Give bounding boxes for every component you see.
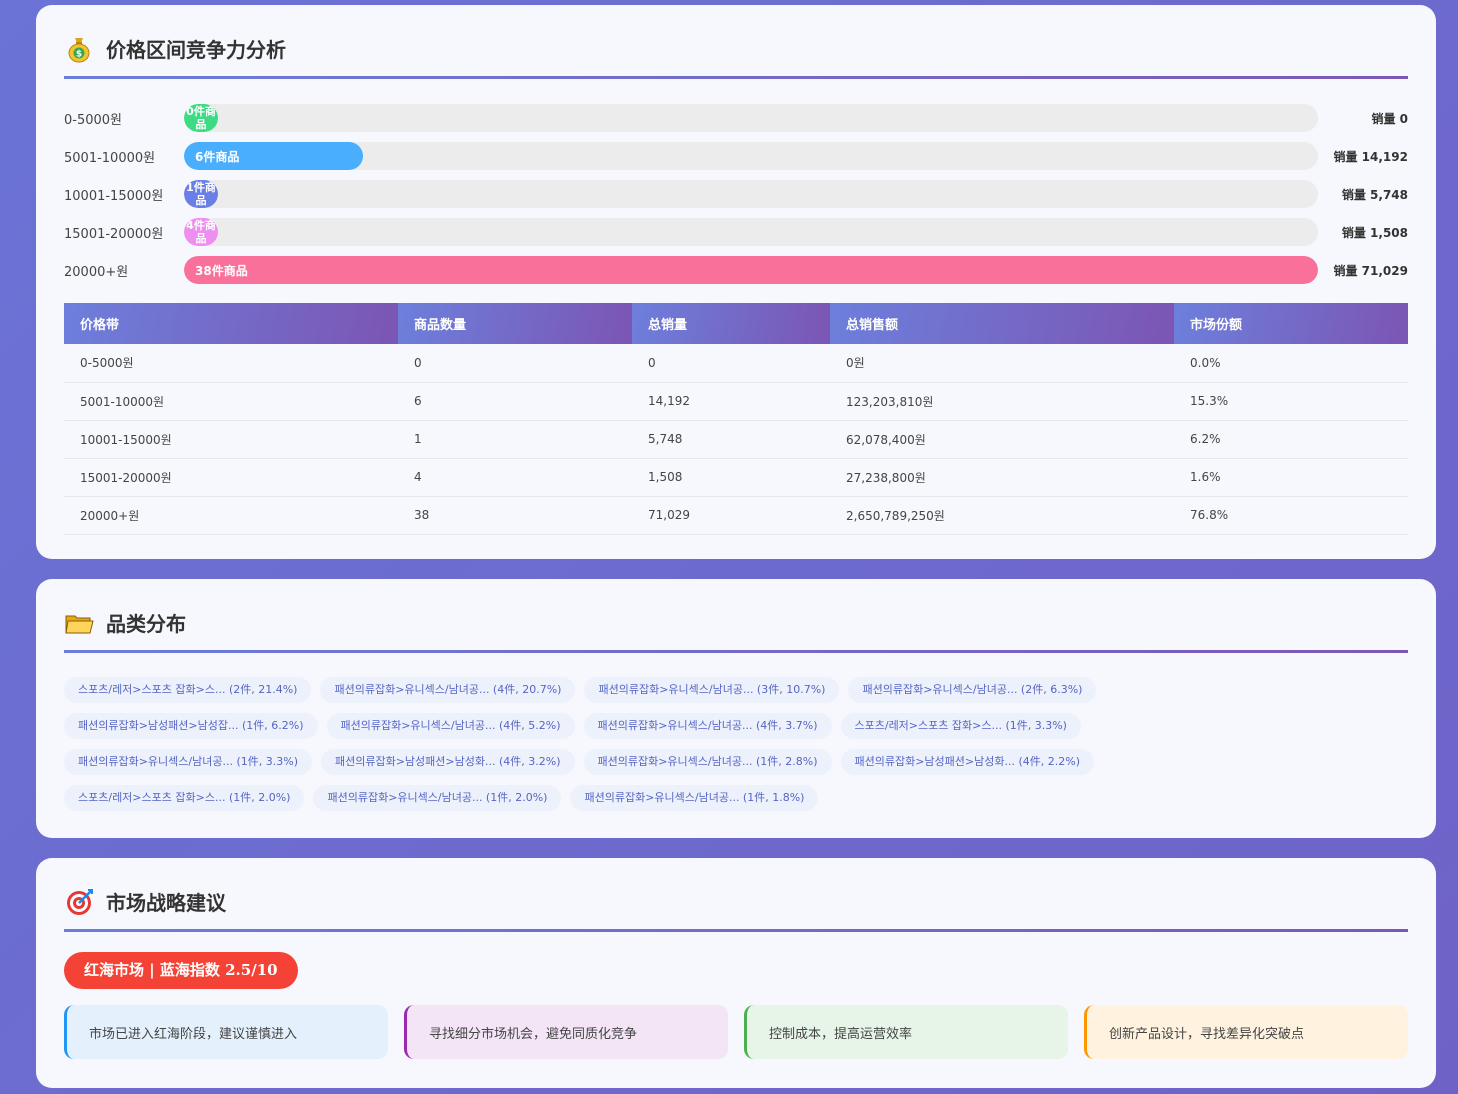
table-cell: 15.3% (1174, 382, 1408, 421)
table-header-cell: 市场份额 (1174, 303, 1408, 344)
price-bar-track: 6件商品 (184, 142, 1318, 170)
price-bar-sales: 销量 1,508 (1341, 225, 1408, 240)
price-bar-fill: 38件商品 (184, 256, 1318, 284)
category-card: 品类分布 스포츠/레저>스포츠 잡화>스... (2件, 21.4%) 패션의류잡… (36, 579, 1436, 838)
strategy-tip: 寻找细分市场机会，避免同质化竞争 (404, 1005, 728, 1059)
table-row: 5001-10000원 6 14,192 123,203,810원 15.3% (64, 382, 1408, 421)
category-tag: 패션의류잡화>유니섹스/남녀공... (1件, 3.3%) (64, 749, 312, 775)
category-tags: 스포츠/레저>스포츠 잡화>스... (2件, 21.4%) 패션의류잡화>유니섹… (64, 677, 1184, 811)
table-cell: 0 (398, 344, 632, 383)
category-tag: 패션의류잡화>유니섹스/남녀공... (3件, 10.7%) (584, 677, 840, 703)
price-bar-track: 38件商品 (184, 256, 1318, 284)
category-tag: 패션의류잡화>유니섹스/남녀공... (1件, 2.0%) (313, 785, 562, 811)
table-cell: 6.2% (1174, 420, 1408, 459)
table-cell: 6 (398, 382, 632, 421)
table-cell: 4 (398, 458, 632, 497)
table-row: 20000+원 38 71,029 2,650,789,250원 76.8% (64, 496, 1408, 535)
price-bar-sales: 销量 71,029 (1333, 263, 1409, 278)
price-bar-row: 10001-15000원 1件商品 销量 5,748 (64, 175, 1408, 213)
strategy-card: 市场战略建议 红海市场 | 蓝海指数 2.5/10 市场已进入红海阶段，建议谨慎… (36, 858, 1436, 1088)
category-section-title: 品类分布 (106, 612, 186, 636)
price-bar-label: 0-5000원 (64, 112, 123, 128)
table-body: 0-5000원 0 0 0원 0.0% 5001-10000원 6 14,192 123,203… (64, 344, 1408, 535)
table-cell: 0-5000원 (64, 344, 398, 383)
price-bar-row: 20000+원 38件商品 销量 71,029 (64, 251, 1408, 289)
strategy-tip: 控制成本，提高运营效率 (744, 1005, 1068, 1059)
table-cell: 1 (398, 420, 632, 459)
category-tag: 패션의류잡화>남성패션>남성화... (4件, 3.2%) (321, 749, 575, 775)
table-cell: 27,238,800원 (830, 458, 1174, 497)
category-section-header: 品类分布 (64, 579, 1408, 653)
table-cell: 0원 (830, 344, 1174, 383)
table-row: 10001-15000원 1 5,748 62,078,400원 6.2% (64, 420, 1408, 459)
category-tag: 패션의류잡화>남성패션>남성잡... (1件, 6.2%) (64, 713, 318, 739)
target-icon (64, 887, 94, 917)
table-header-cell: 总销售额 (830, 303, 1174, 344)
price-bar-fill: 1件商品 (184, 180, 218, 208)
strategy-section-header: 市场战略建议 (64, 858, 1408, 932)
table-header-row: 价格带 商品数量 总销量 总销售额 市场份额 (64, 303, 1408, 344)
folder-icon (64, 608, 94, 638)
category-tag: 패션의류잡화>남성패션>남성화... (4件, 2.2%) (840, 749, 1094, 775)
strategy-tip: 创新产品设计，寻找差异化突破点 (1084, 1005, 1408, 1059)
price-bar-fill: 0件商品 (184, 104, 218, 132)
table-header-cell: 价格带 (64, 303, 398, 344)
table-cell: 71,029 (632, 496, 830, 535)
table-cell: 10001-15000원 (64, 420, 398, 459)
table-cell: 15001-20000원 (64, 458, 398, 497)
price-analysis-card: $ 价格区间竞争力分析 0-5000원 0件商品 销量 0 5001-10000원 6件… (36, 5, 1436, 559)
category-tag: 스포츠/레저>스포츠 잡화>스... (1件, 2.0%) (64, 785, 305, 811)
table-header-cell: 商品数量 (398, 303, 632, 344)
category-tag: 패션의류잡화>유니섹스/남녀공... (4件, 3.7%) (583, 713, 832, 739)
price-bar-sales: 销量 14,192 (1333, 149, 1409, 164)
table-cell: 5,748 (632, 420, 830, 459)
table-row: 15001-20000원 4 1,508 27,238,800원 1.6% (64, 458, 1408, 497)
category-tag: 패션의류잡화>유니섹스/남녀공... (2件, 6.3%) (848, 677, 1097, 703)
table-cell: 0 (632, 344, 830, 383)
category-tag: 패션의류잡화>유니섹스/남녀공... (4件, 5.2%) (326, 713, 575, 739)
price-bar-label: 10001-15000원 (64, 188, 164, 204)
table-cell: 1,508 (632, 458, 830, 497)
table-cell: 5001-10000원 (64, 382, 398, 421)
price-bar-label: 5001-10000원 (64, 150, 156, 166)
table-cell: 38 (398, 496, 632, 535)
strategy-section-title: 市场战略建议 (106, 891, 226, 915)
svg-text:$: $ (76, 49, 82, 59)
price-bar-fill: 4件商品 (184, 218, 218, 246)
table-row: 0-5000원 0 0 0원 0.0% (64, 344, 1408, 383)
price-section-header: $ 价格区间竞争力分析 (64, 5, 1408, 79)
category-tag: 패션의류잡화>유니섹스/남녀공... (4件, 20.7%) (320, 677, 576, 703)
price-bar-label: 15001-20000원 (64, 226, 164, 242)
price-bar-row: 15001-20000원 4件商品 销量 1,508 (64, 213, 1408, 251)
category-tag: 패션의류잡화>유니섹스/남녀공... (1件, 1.8%) (570, 785, 819, 811)
strategy-tips: 市场已进入红海阶段，建议谨慎进入 寻找细分市场机会，避免同质化竞争 控制成本，提高运… (64, 1005, 1408, 1059)
price-section-title: 价格区间竞争力分析 (106, 38, 286, 62)
strategy-tip: 市场已进入红海阶段，建议谨慎进入 (64, 1005, 388, 1059)
price-bar-track: 1件商品 (184, 180, 1318, 208)
category-tag: 스포츠/레저>스포츠 잡화>스... (2件, 21.4%) (64, 677, 312, 703)
category-tag: 스포츠/레저>스포츠 잡화>스... (1件, 3.3%) (840, 713, 1081, 739)
table-cell: 14,192 (632, 382, 830, 421)
category-tag: 패션의류잡화>유니섹스/남녀공... (1件, 2.8%) (583, 749, 832, 775)
market-status-badge: 红海市场 | 蓝海指数 2.5/10 (64, 952, 298, 989)
table-cell: 123,203,810원 (830, 382, 1174, 421)
table-cell: 20000+원 (64, 496, 398, 535)
price-bars: 0-5000원 0件商品 销量 0 5001-10000원 6件商品 销量 14,192 1… (64, 99, 1408, 289)
table-cell: 1.6% (1174, 458, 1408, 497)
price-bar-label: 20000+원 (64, 264, 129, 280)
table-cell: 62,078,400원 (830, 420, 1174, 459)
price-bar-fill: 6件商品 (184, 142, 363, 170)
table-cell: 2,650,789,250원 (830, 496, 1174, 535)
money-bag-icon: $ (64, 34, 94, 64)
table-header-cell: 总销量 (632, 303, 830, 344)
price-bar-track: 4件商品 (184, 218, 1318, 246)
table-cell: 0.0% (1174, 344, 1408, 383)
price-table: 价格带 商品数量 总销量 总销售额 市场份额 0-5000원 0 0 0원 0.0% 5001-1… (64, 303, 1408, 535)
price-bar-sales: 销量 5,748 (1341, 187, 1408, 202)
table-cell: 76.8% (1174, 496, 1408, 535)
price-bar-sales: 销量 0 (1371, 111, 1408, 126)
price-bar-track: 0件商品 (184, 104, 1318, 132)
price-bar-row: 0-5000원 0件商品 销量 0 (64, 99, 1408, 137)
price-bar-row: 5001-10000원 6件商品 销量 14,192 (64, 137, 1408, 175)
